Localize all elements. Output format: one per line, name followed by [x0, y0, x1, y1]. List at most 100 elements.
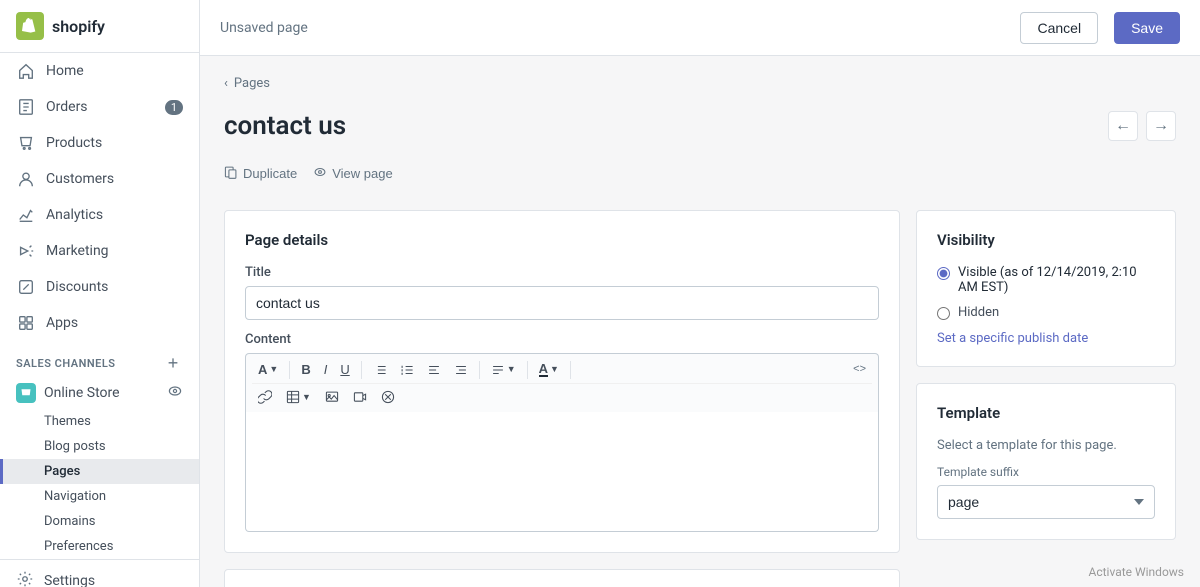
sidebar-item-marketing[interactable]: Marketing — [0, 233, 199, 269]
toolbar-separator-3 — [479, 361, 480, 379]
sub-nav-navigation[interactable]: Navigation — [0, 484, 199, 509]
template-suffix-select[interactable]: page contact faq about — [937, 485, 1155, 519]
online-store-item[interactable]: Online Store — [0, 377, 199, 409]
ordered-list-button[interactable] — [394, 359, 420, 381]
orders-badge: 1 — [165, 100, 183, 115]
table-button[interactable]: ▼ — [280, 386, 317, 408]
dropdown-arrow: ▼ — [269, 365, 278, 374]
sidebar-item-discounts[interactable]: Discounts — [0, 269, 199, 305]
image-button[interactable] — [319, 386, 345, 408]
content-editor[interactable] — [245, 412, 879, 532]
duplicate-button[interactable]: Duplicate — [224, 165, 297, 182]
sidebar-item-apps[interactable]: Apps — [0, 305, 199, 341]
align-group: ▼ — [485, 359, 522, 381]
settings-icon — [16, 570, 34, 587]
logo-text: shopify — [52, 17, 105, 36]
hidden-radio[interactable] — [937, 307, 950, 320]
content-label: Content — [245, 332, 879, 347]
settings-label: Settings — [44, 573, 95, 587]
page-actions: Duplicate View page — [224, 165, 1176, 182]
editor-toolbar: A ▼ B I U — [245, 353, 879, 412]
title-field: Title — [245, 265, 879, 320]
underline-button[interactable]: U — [334, 359, 355, 380]
sidebar-item-label: Apps — [46, 315, 78, 331]
format-group: B I U — [295, 359, 355, 380]
align-button[interactable]: ▼ — [485, 359, 522, 381]
title-input[interactable] — [245, 286, 879, 320]
eye-icon[interactable] — [167, 383, 183, 403]
sidebar-item-label: Home — [46, 63, 84, 79]
side-column: Visibility Visible (as of 12/14/2019, 2:… — [916, 210, 1176, 587]
settings-item[interactable]: Settings — [0, 559, 199, 587]
prev-page-button[interactable]: ← — [1108, 111, 1138, 141]
visibility-card-title: Visibility — [937, 231, 1155, 249]
sidebar-item-label: Marketing — [46, 243, 109, 259]
publish-date-link[interactable]: Set a specific publish date — [937, 331, 1088, 346]
content-area: ‹ Pages contact us ← → — [200, 56, 1200, 587]
marketing-icon — [16, 241, 36, 261]
source-button[interactable]: <> — [847, 360, 872, 379]
header-nav-buttons: ← → — [1108, 111, 1176, 141]
font-group: A ▼ — [252, 359, 284, 380]
shopify-logo-icon — [16, 12, 44, 40]
breadcrumb-pages-link[interactable]: Pages — [234, 76, 270, 91]
visible-option: Visible (as of 12/14/2019, 2:10 AM EST) — [937, 265, 1155, 295]
sidebar-item-orders[interactable]: Orders 1 — [0, 89, 199, 125]
link-button[interactable] — [252, 386, 278, 408]
hidden-option: Hidden — [937, 305, 1155, 320]
content-field: Content A ▼ B — [245, 332, 879, 532]
view-page-label: View page — [332, 166, 392, 181]
unordered-list-button[interactable] — [367, 359, 393, 381]
activate-windows-text: Activate Windows — [1089, 565, 1184, 579]
navigation-label: Navigation — [44, 489, 106, 504]
sidebar-item-label: Analytics — [46, 207, 103, 223]
visible-radio[interactable] — [937, 267, 950, 280]
sub-nav-pages[interactable]: Pages — [0, 459, 199, 484]
sidebar-item-label: Products — [46, 135, 102, 151]
text-color-button[interactable]: A ▼ — [533, 358, 565, 381]
outdent-button[interactable] — [448, 359, 474, 381]
sidebar-item-products[interactable]: Products — [0, 125, 199, 161]
italic-button[interactable]: I — [318, 359, 334, 380]
duplicate-icon — [224, 165, 238, 182]
seo-card: Search engine listing preview Edit websi… — [224, 569, 900, 587]
next-page-button[interactable]: → — [1146, 111, 1176, 141]
sidebar-item-analytics[interactable]: Analytics — [0, 197, 199, 233]
bold-button[interactable]: B — [295, 359, 316, 380]
card-title: Page details — [245, 231, 879, 249]
sidebar-item-label: Discounts — [46, 279, 108, 295]
visible-label: Visible (as of 12/14/2019, 2:10 AM EST) — [958, 265, 1155, 295]
view-page-button[interactable]: View page — [313, 165, 392, 182]
chevron-left-icon: ‹ — [224, 76, 228, 91]
page-status: Unsaved page — [220, 20, 1004, 36]
sub-nav-blog-posts[interactable]: Blog posts — [0, 434, 199, 459]
customers-icon — [16, 169, 36, 189]
blog-posts-label: Blog posts — [44, 439, 106, 454]
sub-nav-domains[interactable]: Domains — [0, 509, 199, 534]
arrow-left-icon: ← — [1115, 117, 1131, 135]
sidebar-item-home[interactable]: Home — [0, 53, 199, 89]
template-card-title: Template — [937, 404, 1155, 422]
font-size-button[interactable]: A ▼ — [252, 359, 284, 380]
cancel-button[interactable]: Cancel — [1020, 12, 1098, 44]
sub-nav-preferences[interactable]: Preferences — [0, 534, 199, 559]
clear-format-button[interactable] — [375, 386, 401, 408]
arrow-right-icon: → — [1153, 117, 1169, 135]
save-button[interactable]: Save — [1114, 12, 1180, 44]
logo-area[interactable]: shopify — [0, 0, 199, 53]
topbar: Unsaved page Cancel Save — [200, 0, 1200, 56]
toolbar-separator — [289, 361, 290, 379]
indent-button[interactable] — [421, 359, 447, 381]
sidebar-item-customers[interactable]: Customers — [0, 161, 199, 197]
main-column: Page details Title Content A ▼ — [224, 210, 900, 587]
nav-list: Home Orders 1 Products — [0, 53, 199, 341]
add-channel-button[interactable]: + — [163, 353, 183, 373]
video-button[interactable] — [347, 386, 373, 408]
discounts-icon — [16, 277, 36, 297]
online-store-label: Online Store — [44, 385, 120, 401]
toolbar-row-2: ▼ — [252, 383, 872, 408]
template-description: Select a template for this page. — [937, 438, 1155, 453]
visibility-card: Visibility Visible (as of 12/14/2019, 2:… — [916, 210, 1176, 367]
eye-view-icon — [313, 165, 327, 182]
sub-nav-themes[interactable]: Themes — [0, 409, 199, 434]
